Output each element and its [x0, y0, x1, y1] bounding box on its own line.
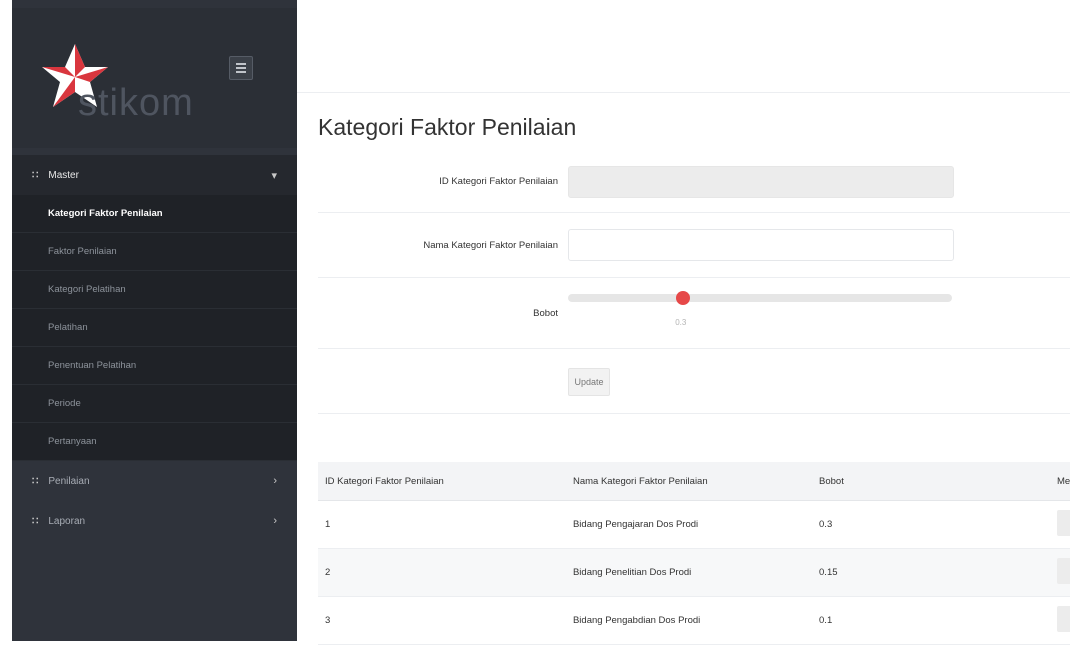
- row-action-button[interactable]: [1057, 510, 1070, 536]
- slider-value: 0.3: [675, 318, 687, 327]
- cell-bobot: 0.3: [812, 500, 1050, 549]
- chevron-right-icon: ›: [273, 515, 277, 527]
- update-button[interactable]: Update: [568, 368, 610, 396]
- sidebar-group-penilaian[interactable]: ∷ Penilaian ›: [12, 461, 297, 501]
- chevron-down-icon: ▾: [271, 169, 277, 182]
- page-title: Kategori Faktor Penilaian: [318, 114, 577, 140]
- cell-name: Bidang Penelitian Dos Prodi: [565, 548, 813, 597]
- sidebar-group-label: Penilaian: [48, 475, 90, 487]
- main-content: Kategori Faktor Penilaian ID Kategori Fa…: [297, 0, 1070, 645]
- row-action-button[interactable]: [1057, 558, 1070, 584]
- header-divider: [297, 92, 1070, 93]
- logo-area: stikom: [12, 8, 297, 148]
- row-action-button[interactable]: [1057, 606, 1070, 632]
- sidebar-item-pelatihan[interactable]: Pelatihan: [12, 309, 297, 347]
- sidebar: stikom ∷ Master ▾ Kategori Faktor Penila…: [0, 0, 297, 641]
- column-header-id: ID Kategori Faktor Penilaian: [318, 462, 566, 501]
- sidebar-group-laporan[interactable]: ∷ Laporan ›: [12, 501, 297, 541]
- cell-bobot: 0.15: [812, 548, 1050, 597]
- sidebar-group-label: Laporan: [48, 515, 86, 527]
- cell-id: 1: [318, 500, 566, 549]
- sidebar-edge: [0, 0, 12, 641]
- sidebar-item-pertanyaan[interactable]: Pertanyaan: [12, 423, 297, 461]
- logo-text: stikom: [78, 82, 194, 124]
- cell-actions: [1050, 548, 1070, 597]
- grid-icon: ∷: [32, 169, 39, 181]
- menu-toggle-button[interactable]: [229, 56, 253, 80]
- cell-bobot: 0.1: [812, 596, 1050, 645]
- column-header-menu: Me: [1050, 462, 1070, 501]
- column-header-name: Nama Kategori Faktor Penilaian: [565, 462, 813, 501]
- sidebar-item-kategori-pelatihan[interactable]: Kategori Pelatihan: [12, 271, 297, 309]
- chevron-right-icon: ›: [273, 475, 277, 487]
- sidebar-item-kategori-faktor-penilaian[interactable]: Kategori Faktor Penilaian: [12, 195, 297, 233]
- cell-id: 3: [318, 596, 566, 645]
- form-row-actions: Update: [318, 349, 1070, 414]
- bobot-slider[interactable]: 0.3: [568, 291, 952, 327]
- sidebar-menu: ∷ Master ▾ Kategori Faktor Penilaian Fak…: [12, 155, 297, 541]
- form-row-bobot: Bobot 0.3: [318, 278, 1070, 349]
- cell-name: Bidang Pengajaran Dos Prodi: [565, 500, 813, 549]
- cell-actions: [1050, 500, 1070, 549]
- sidebar-item-penentuan-pelatihan[interactable]: Penentuan Pelatihan: [12, 347, 297, 385]
- column-header-bobot: Bobot: [812, 462, 1050, 501]
- id-label: ID Kategori Faktor Penilaian: [439, 176, 558, 187]
- data-table: ID Kategori Faktor Penilaian Nama Katego…: [318, 462, 1070, 645]
- form-row-name: Nama Kategori Faktor Penilaian: [318, 213, 1070, 278]
- sidebar-item-faktor-penilaian[interactable]: Faktor Penilaian: [12, 233, 297, 271]
- slider-thumb[interactable]: [676, 291, 691, 305]
- sidebar-group-label: Master: [48, 169, 79, 181]
- sidebar-item-periode[interactable]: Periode: [12, 385, 297, 423]
- id-field: [568, 166, 954, 198]
- form-row-id: ID Kategori Faktor Penilaian: [318, 156, 1070, 213]
- bobot-label: Bobot: [533, 308, 558, 319]
- name-field[interactable]: [568, 229, 954, 261]
- cell-name: Bidang Pengabdian Dos Prodi: [565, 596, 813, 645]
- name-label: Nama Kategori Faktor Penilaian: [423, 240, 558, 251]
- grid-icon: ∷: [32, 475, 39, 487]
- table-row: 3 Bidang Pengabdian Dos Prodi 0.1: [318, 596, 1070, 645]
- cell-id: 2: [318, 548, 566, 597]
- table-row: 2 Bidang Penelitian Dos Prodi 0.15: [318, 548, 1070, 597]
- cell-actions: [1050, 596, 1070, 645]
- table-row: 1 Bidang Pengajaran Dos Prodi 0.3: [318, 500, 1070, 549]
- table-header-row: ID Kategori Faktor Penilaian Nama Katego…: [318, 462, 1070, 501]
- grid-icon: ∷: [32, 515, 39, 527]
- sidebar-group-master[interactable]: ∷ Master ▾: [12, 155, 297, 195]
